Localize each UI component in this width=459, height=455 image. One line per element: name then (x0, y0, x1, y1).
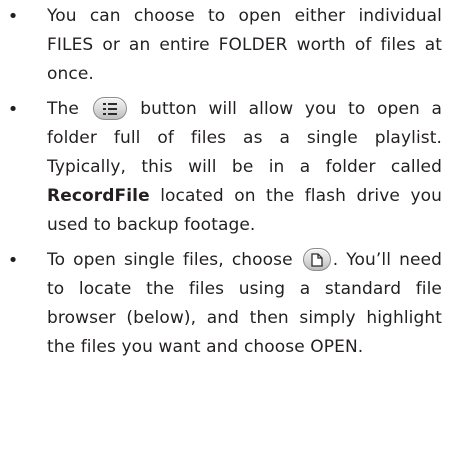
list-item: • To open single files, choose . You’ll … (0, 246, 459, 362)
bullet-text: You can choose to open either individual… (47, 6, 442, 84)
bullet-marker: • (7, 99, 19, 120)
instruction-list: • You can choose to open either individu… (0, 2, 459, 368)
bullet-text: To open single files, choose . You’ll ne… (47, 246, 442, 362)
bullet-text: The button will allow you to open a fold… (47, 95, 442, 240)
bullet-marker: • (7, 250, 19, 271)
text-segment: The (47, 99, 79, 119)
bullet-marker: • (7, 6, 19, 27)
playlist-folder-icon (92, 97, 127, 120)
text-segment: To open single files, choose (47, 250, 293, 270)
list-item: • The button will allow you to open a fo… (0, 95, 459, 240)
list-item: • You can choose to open either individu… (0, 2, 459, 89)
open-file-icon (302, 248, 331, 271)
folder-name: RecordFile (47, 186, 150, 206)
